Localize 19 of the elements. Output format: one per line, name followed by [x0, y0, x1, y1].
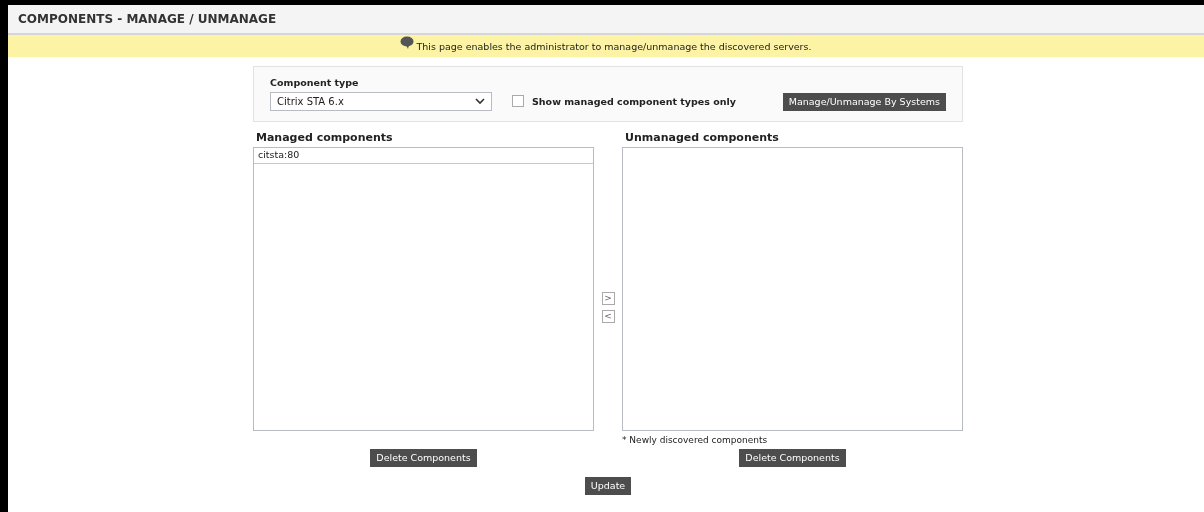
move-button[interactable]: >: [601, 291, 615, 305]
managed-list[interactable]: citsta:80: [253, 147, 594, 431]
banner-text: This page enables the administrator to manage/unmanage the discovered servers.: [416, 40, 812, 52]
list-heading: Unmanaged components: [625, 131, 779, 146]
checkbox-label: Show managed component types only: [532, 95, 736, 107]
page-title: COMPONENTS - MANAGE / UNMANAGE: [18, 12, 277, 26]
speech-bubble-icon: [400, 36, 415, 50]
delete-components-button[interactable]: Delete Components: [370, 449, 477, 467]
list-item[interactable]: citsta:80: [254, 148, 593, 164]
checkbox[interactable]: [512, 95, 524, 107]
chevron-down-icon: [475, 98, 485, 105]
delete-components-button[interactable]: Delete Components: [739, 449, 846, 467]
field-label: Component type: [270, 77, 360, 88]
move-button[interactable]: <: [601, 309, 615, 323]
footnote: * Newly discovered components: [622, 435, 768, 445]
list-heading: Managed components: [256, 131, 393, 146]
manage-by-systems-button[interactable]: Manage/Unmanage By Systems: [782, 93, 946, 111]
update-button[interactable]: Update: [584, 477, 632, 495]
component-type-dropdown[interactable]: Citrix STA 6.x: [270, 92, 492, 111]
